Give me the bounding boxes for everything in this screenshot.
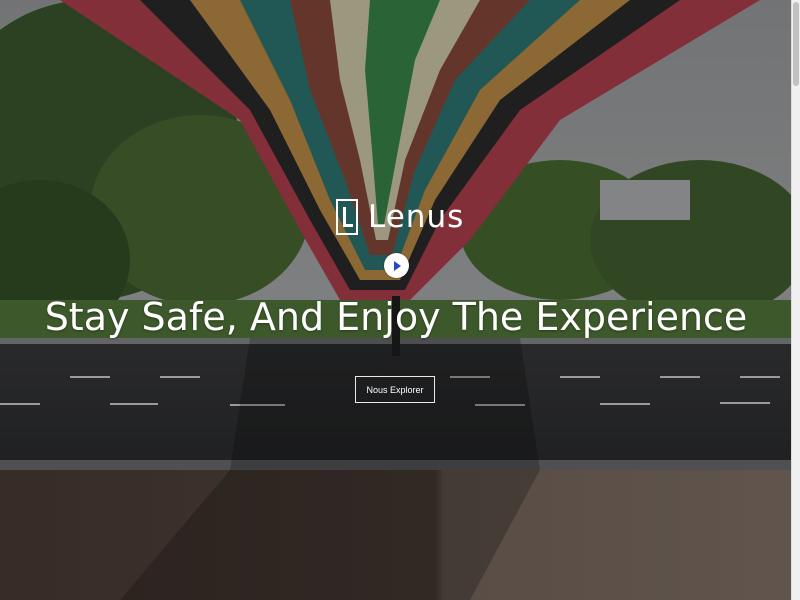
vertical-scrollbar[interactable] <box>791 0 800 600</box>
hero-headline: Stay Safe, And Enjoy The Experience <box>44 295 748 339</box>
lenus-logo-icon <box>336 199 358 235</box>
brand-logo[interactable]: Lenus <box>336 197 464 237</box>
play-video-button[interactable] <box>384 253 409 278</box>
play-icon <box>394 260 401 271</box>
hero-section: Lenus Stay Safe, And Enjoy The Experienc… <box>0 0 792 600</box>
scrollbar-thumb[interactable] <box>793 2 799 86</box>
explore-button[interactable]: Nous Explorer <box>355 376 435 403</box>
brand-name: Lenus <box>368 198 465 235</box>
